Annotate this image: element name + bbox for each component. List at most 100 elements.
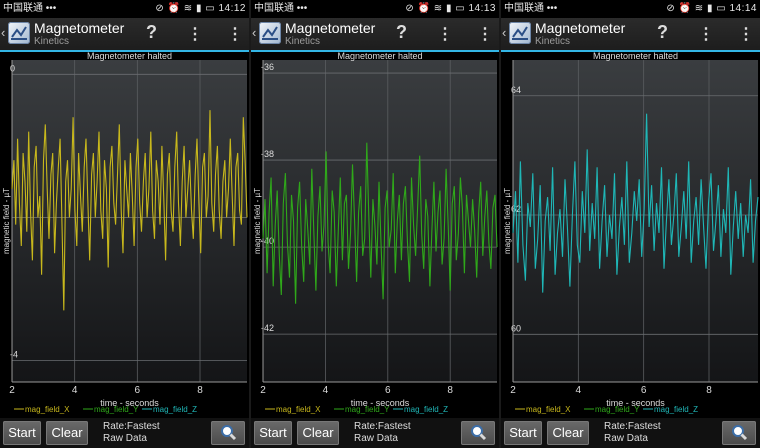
overflow-menu-icon[interactable]: ⋮ xyxy=(227,24,243,44)
status-icons: ⊘ ⏰ ≋ ▮ ▭ xyxy=(405,3,466,14)
rate-label: Rate:Fastest xyxy=(604,421,661,432)
x-tick-label: 8 xyxy=(447,385,453,396)
legend-item: mag_field_Y xyxy=(345,405,390,414)
help-icon[interactable]: ? xyxy=(146,22,157,43)
x-tick-label: 8 xyxy=(197,385,203,396)
data-mode-label: Raw Data xyxy=(354,433,398,444)
status-bar: 中国联通 ••• ⊘ ⏰ ≋ ▮ ▭ 14:13 xyxy=(251,0,499,18)
app-subtitle: Kinetics xyxy=(34,36,70,47)
y-tick-label: 0 xyxy=(10,63,15,73)
status-bar: 中国联通 ••• ⊘ ⏰ ≋ ▮ ▭ 14:14 xyxy=(501,0,760,18)
app-icon xyxy=(259,22,281,44)
overflow-menu-icon[interactable]: ⋮ xyxy=(437,24,453,44)
app-title: Magnetometer xyxy=(34,20,125,36)
overflow-menu-icon[interactable]: ⋮ xyxy=(698,24,714,44)
panel-divider xyxy=(499,0,501,448)
rate-label: Rate:Fastest xyxy=(354,421,411,432)
carrier-label: 中国联通 ••• xyxy=(3,3,57,14)
start-button[interactable]: Start xyxy=(254,421,292,445)
clear-button[interactable]: Clear xyxy=(46,421,88,445)
start-button[interactable]: Start xyxy=(3,421,41,445)
x-tick-label: 4 xyxy=(576,385,582,396)
screenshot-composite: 中国联通 ••• ⊘ ⏰ ≋ ▮ ▭ 14:12 ‹ Magnetometer Kine… xyxy=(0,0,760,448)
chart-area: 2 4 6 8 -36 -38 -40 -42 Magnetometer halted time … xyxy=(251,50,499,423)
x-tick-label: 4 xyxy=(72,385,78,396)
screen-panel: 中国联通 ••• ⊘ ⏰ ≋ ▮ ▭ 14:12 ‹ Magnetometer Kine… xyxy=(0,0,249,448)
overflow-menu-icon[interactable]: ⋮ xyxy=(738,24,754,44)
data-mode-label: Raw Data xyxy=(103,433,147,444)
x-tick-label: 6 xyxy=(135,385,141,396)
status-right: ⊘ ⏰ ≋ ▮ ▭ 14:13 xyxy=(405,0,496,18)
chart-title: Magnetometer halted xyxy=(337,51,422,61)
help-icon[interactable]: ? xyxy=(657,22,668,43)
status-right: ⊘ ⏰ ≋ ▮ ▭ 14:14 xyxy=(666,0,757,18)
status-time: 14:13 xyxy=(468,3,496,14)
legend-item: mag_field_X xyxy=(25,405,70,414)
bottom-toolbar: Start Clear Rate:Fastest Raw Data xyxy=(501,418,760,448)
x-tick-label: 2 xyxy=(9,385,15,396)
status-time: 14:14 xyxy=(729,3,757,14)
x-tick-label: 6 xyxy=(641,385,647,396)
data-mode-label: Raw Data xyxy=(604,433,648,444)
chart-title: Magnetometer halted xyxy=(593,51,678,61)
start-button[interactable]: Start xyxy=(504,421,542,445)
chart-title: Magnetometer halted xyxy=(87,51,172,61)
legend-item: mag_field_Z xyxy=(404,405,448,414)
rate-info: Rate:Fastest Raw Data xyxy=(103,421,160,445)
status-icons: ⊘ ⏰ ≋ ▮ ▭ xyxy=(155,3,216,14)
x-tick-label: 6 xyxy=(385,385,391,396)
magnifier-icon xyxy=(221,425,237,441)
status-time: 14:12 xyxy=(218,3,246,14)
bottom-toolbar: Start Clear Rate:Fastest Raw Data xyxy=(251,418,499,448)
x-tick-label: 2 xyxy=(260,385,266,396)
help-icon[interactable]: ? xyxy=(396,22,407,43)
app-title: Magnetometer xyxy=(535,20,626,36)
y-tick-label: -4 xyxy=(10,350,18,360)
legend-item: mag_field_Z xyxy=(654,405,698,414)
rate-info: Rate:Fastest Raw Data xyxy=(604,421,661,445)
back-icon[interactable]: ‹ xyxy=(1,25,5,40)
y-axis-label: magnetic field - µT xyxy=(253,188,262,254)
status-icons: ⊘ ⏰ ≋ ▮ ▭ xyxy=(666,3,727,14)
magnifier-icon xyxy=(471,425,487,441)
chart-area: 2 4 6 8 64 62 60 Magnetometer halted time - seco… xyxy=(501,50,760,423)
plot-background xyxy=(12,60,247,382)
chart-svg: 2 4 6 80-4Magnetometer haltedtime - seconds… xyxy=(2,51,248,414)
overflow-menu-icon[interactable]: ⋮ xyxy=(187,24,203,44)
chart-svg: 2 4 6 8646260Magnetometer haltedtime - seco… xyxy=(503,51,759,414)
rate-info: Rate:Fastest Raw Data xyxy=(354,421,411,445)
magnifier-icon xyxy=(732,425,748,441)
rate-label: Rate:Fastest xyxy=(103,421,160,432)
x-tick-label: 4 xyxy=(323,385,329,396)
y-axis-label: magnetic field - µT xyxy=(503,188,512,254)
app-subtitle: Kinetics xyxy=(535,36,571,47)
app-subtitle: Kinetics xyxy=(285,36,321,47)
zoom-button[interactable] xyxy=(722,421,756,445)
bottom-toolbar: Start Clear Rate:Fastest Raw Data xyxy=(0,418,249,448)
clear-button[interactable]: Clear xyxy=(547,421,589,445)
zoom-button[interactable] xyxy=(211,421,245,445)
panel-divider xyxy=(249,0,251,448)
x-tick-label: 8 xyxy=(706,385,712,396)
overflow-menu-icon[interactable]: ⋮ xyxy=(477,24,493,44)
status-right: ⊘ ⏰ ≋ ▮ ▭ 14:12 xyxy=(155,0,246,18)
screen-panel: 中国联通 ••• ⊘ ⏰ ≋ ▮ ▭ 14:13 ‹ Magnetometer Kine… xyxy=(251,0,499,448)
legend-item: mag_field_Y xyxy=(94,405,139,414)
y-axis-label: magnetic field - µT xyxy=(2,188,11,254)
clear-button[interactable]: Clear xyxy=(297,421,339,445)
legend-item: mag_field_X xyxy=(276,405,321,414)
action-bar: ‹ Magnetometer Kinetics? ⋮ ⋮ xyxy=(0,18,249,52)
carrier-label: 中国联通 ••• xyxy=(504,3,558,14)
app-title: Magnetometer xyxy=(285,20,376,36)
carrier-label: 中国联通 ••• xyxy=(254,3,308,14)
zoom-button[interactable] xyxy=(461,421,495,445)
plot-background xyxy=(513,60,758,382)
legend-item: mag_field_X xyxy=(526,405,571,414)
chart-svg: 2 4 6 8-36-38-40-42Magnetometer haltedtime … xyxy=(253,51,498,414)
back-icon[interactable]: ‹ xyxy=(502,25,506,40)
app-icon xyxy=(8,22,30,44)
legend-item: mag_field_Y xyxy=(595,405,640,414)
action-bar: ‹ Magnetometer Kinetics? ⋮ ⋮ xyxy=(251,18,499,52)
legend-item: mag_field_Z xyxy=(153,405,197,414)
back-icon[interactable]: ‹ xyxy=(252,25,256,40)
